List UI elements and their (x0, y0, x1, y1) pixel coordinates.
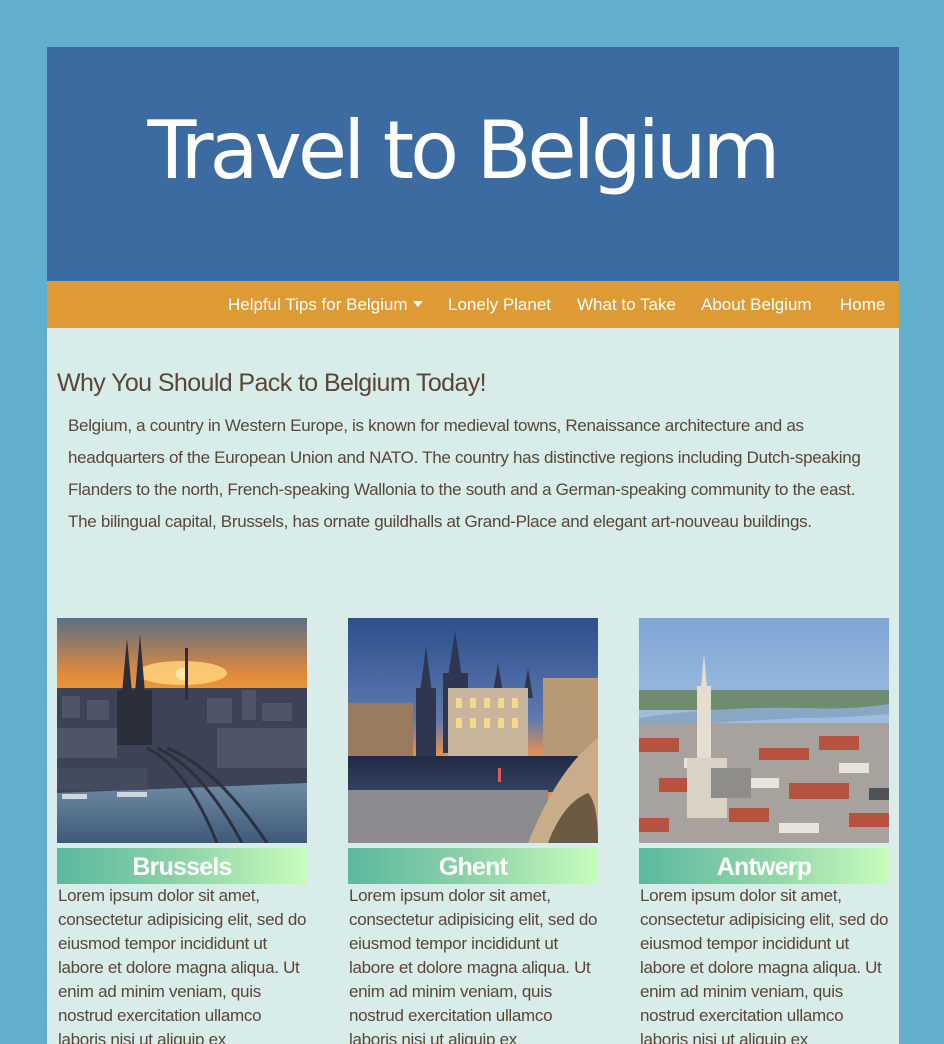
city-description: Lorem ipsum dolor sit amet, consectetur … (640, 886, 889, 1044)
header-banner: Travel to Belgium (47, 47, 899, 281)
nav-item-label: Home (840, 295, 886, 314)
city-card-ghent: Ghent Lorem ipsum dolor sit amet, consec… (348, 618, 598, 1044)
nav-item-lonely-planet[interactable]: Lonely Planet (448, 281, 551, 328)
city-title: Antwerp (639, 848, 889, 884)
city-title: Brussels (57, 848, 307, 884)
nav-item-helpful-tips[interactable]: Helpful Tips for Belgium (228, 281, 423, 328)
brussels-photo (57, 618, 307, 843)
main-nav: Helpful Tips for Belgium Lonely Planet W… (47, 281, 899, 328)
city-title: Ghent (348, 848, 598, 884)
intro-paragraph: Belgium, a country in Western Europe, is… (68, 416, 861, 531)
site-title: Travel to Belgium (147, 104, 781, 197)
nav-item-what-to-take[interactable]: What to Take (577, 281, 676, 328)
city-description: Lorem ipsum dolor sit amet, consectetur … (349, 886, 598, 1044)
antwerp-photo (639, 618, 889, 843)
city-description: Lorem ipsum dolor sit amet, consectetur … (58, 886, 307, 1044)
nav-item-about-belgium[interactable]: About Belgium (701, 281, 812, 328)
nav-item-label: Lonely Planet (448, 295, 552, 314)
nav-item-home[interactable]: Home (840, 281, 885, 328)
page-container: Travel to Belgium Helpful Tips for Belgi… (47, 47, 899, 1044)
city-card-antwerp: Antwerp Lorem ipsum dolor sit amet, cons… (639, 618, 889, 1044)
city-card-brussels: Brussels Lorem ipsum dolor sit amet, con… (57, 618, 307, 1044)
nav-item-label: About Belgium (701, 295, 812, 314)
nav-item-label: What to Take (577, 295, 676, 314)
caret-down-icon (412, 301, 423, 307)
nav-item-label: Helpful Tips for Belgium (228, 295, 408, 314)
ghent-photo (348, 618, 598, 843)
intro-heading: Why You Should Pack to Belgium Today! (57, 369, 487, 397)
